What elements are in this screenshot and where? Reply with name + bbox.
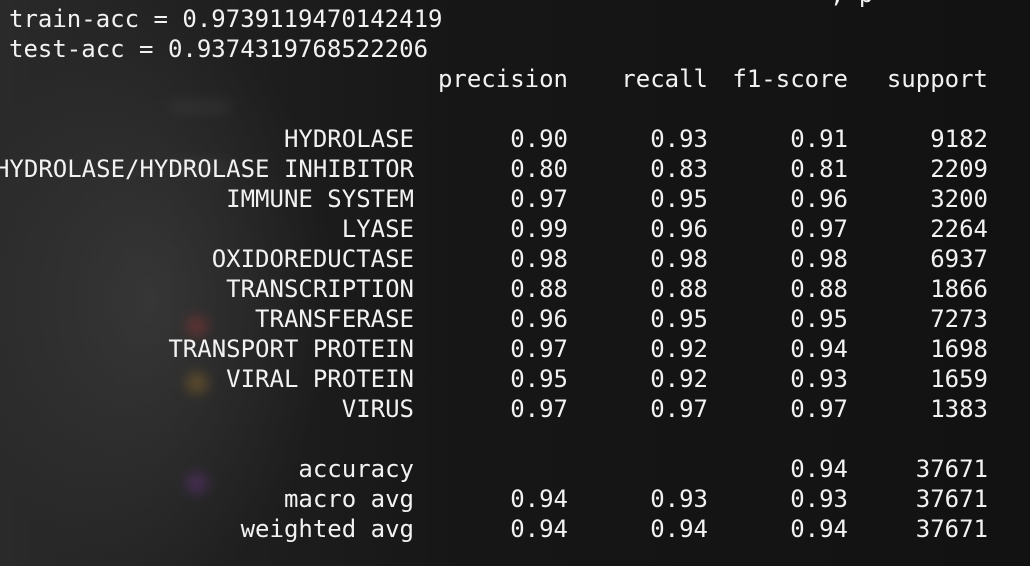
precision-value: 0.80 [510, 155, 568, 183]
header-precision: precision [437, 65, 568, 93]
precision-value: 0.97 [510, 335, 568, 363]
f1-score-value: 0.94 [790, 335, 848, 363]
recall-value: 0.96 [650, 215, 708, 243]
support-value: 37671 [915, 485, 988, 513]
row-label: IMMUNE SYSTEM [226, 185, 414, 213]
recall-value: 0.88 [650, 275, 708, 303]
class-report-row: VIRUS 0.97 0.97 0.97 1383 [0, 394, 1030, 424]
precision-value: 0.99 [510, 215, 568, 243]
support-value: 9182 [930, 125, 988, 153]
f1-score-value: 0.93 [790, 485, 848, 513]
f1-score-value: 0.97 [790, 215, 848, 243]
recall-value: 0.94 [650, 515, 708, 543]
recall-value: 0.83 [650, 155, 708, 183]
header-support: support [886, 65, 988, 93]
class-report-row: VIRAL PROTEIN 0.95 0.92 0.93 1659 [0, 364, 1030, 394]
partial-output-line: , p [830, 0, 873, 8]
recall-value: 0.95 [650, 185, 708, 213]
f1-score-value: 0.88 [790, 275, 848, 303]
precision-value: 0.96 [510, 305, 568, 333]
class-report-row: TRANSCRIPTION 0.88 0.88 0.88 1866 [0, 274, 1030, 304]
support-value: 3200 [930, 185, 988, 213]
f1-score-value: 0.94 [790, 455, 848, 483]
support-value: 37671 [915, 455, 988, 483]
precision-value: 0.95 [510, 365, 568, 393]
support-value: 1866 [930, 275, 988, 303]
row-label: HYDROLASE [283, 125, 414, 153]
recall-value: 0.92 [650, 365, 708, 393]
support-value: 6937 [930, 245, 988, 273]
recall-value: 0.93 [650, 485, 708, 513]
support-value: 1659 [930, 365, 988, 393]
row-label: TRANSCRIPTION [226, 275, 414, 303]
row-label: LYASE [341, 215, 414, 243]
row-label: OXIDOREDUCTASE [211, 245, 414, 273]
f1-score-value: 0.97 [790, 395, 848, 423]
precision-value: 0.97 [510, 395, 568, 423]
background-blur [170, 100, 230, 114]
recall-value: 0.97 [650, 395, 708, 423]
precision-value: 0.94 [510, 485, 568, 513]
precision-value: 0.88 [510, 275, 568, 303]
class-report-row: LYASE 0.99 0.96 0.97 2264 [0, 214, 1030, 244]
header-recall: recall [621, 65, 708, 93]
recall-value: 0.95 [650, 305, 708, 333]
train-accuracy-line: train-acc = 0.9739119470142419 [9, 5, 443, 33]
support-value: 1383 [930, 395, 988, 423]
report-header-row: precision recall f1-score support [0, 64, 1030, 94]
class-report-row: TRANSFERASE 0.96 0.95 0.95 7273 [0, 304, 1030, 334]
row-label: HYDROLASE/HYDROLASE INHIBITOR [0, 155, 414, 183]
row-label: accuracy [298, 455, 414, 483]
summary-report-row: macro avg 0.94 0.93 0.93 37671 [0, 484, 1030, 514]
support-value: 7273 [930, 305, 988, 333]
f1-score-value: 0.93 [790, 365, 848, 393]
class-report-row: HYDROLASE/HYDROLASE INHIBITOR 0.80 0.83 0.8… [0, 154, 1030, 184]
row-label: VIRUS [341, 395, 414, 423]
row-label: weighted avg [240, 515, 414, 543]
f1-score-value: 0.91 [790, 125, 848, 153]
class-report-row: OXIDOREDUCTASE 0.98 0.98 0.98 6937 [0, 244, 1030, 274]
precision-value: 0.94 [510, 515, 568, 543]
f1-score-value: 0.81 [790, 155, 848, 183]
summary-report-row: accuracy 0.94 37671 [0, 454, 1030, 484]
support-value: 37671 [915, 515, 988, 543]
summary-report-row: weighted avg 0.94 0.94 0.94 37671 [0, 514, 1030, 544]
recall-value: 0.98 [650, 245, 708, 273]
recall-value: 0.93 [650, 125, 708, 153]
class-report-row: IMMUNE SYSTEM 0.97 0.95 0.96 3200 [0, 184, 1030, 214]
precision-value: 0.90 [510, 125, 568, 153]
f1-score-value: 0.94 [790, 515, 848, 543]
precision-value: 0.97 [510, 185, 568, 213]
header-f1-score: f1-score [732, 65, 848, 93]
row-label: macro avg [283, 485, 414, 513]
f1-score-value: 0.98 [790, 245, 848, 273]
test-accuracy-line: test-acc = 0.9374319768522206 [9, 35, 429, 63]
row-label: TRANSFERASE [255, 305, 414, 333]
terminal-window[interactable]: , p train-acc = 0.9739119470142419 test-… [0, 0, 1030, 566]
f1-score-value: 0.96 [790, 185, 848, 213]
class-report-row: HYDROLASE 0.90 0.93 0.91 9182 [0, 124, 1030, 154]
support-value: 2264 [930, 215, 988, 243]
f1-score-value: 0.95 [790, 305, 848, 333]
precision-value: 0.98 [510, 245, 568, 273]
row-label: VIRAL PROTEIN [226, 365, 414, 393]
row-label: TRANSPORT PROTEIN [168, 335, 414, 363]
class-report-row: TRANSPORT PROTEIN 0.97 0.92 0.94 1698 [0, 334, 1030, 364]
support-value: 2209 [930, 155, 988, 183]
recall-value: 0.92 [650, 335, 708, 363]
support-value: 1698 [930, 335, 988, 363]
